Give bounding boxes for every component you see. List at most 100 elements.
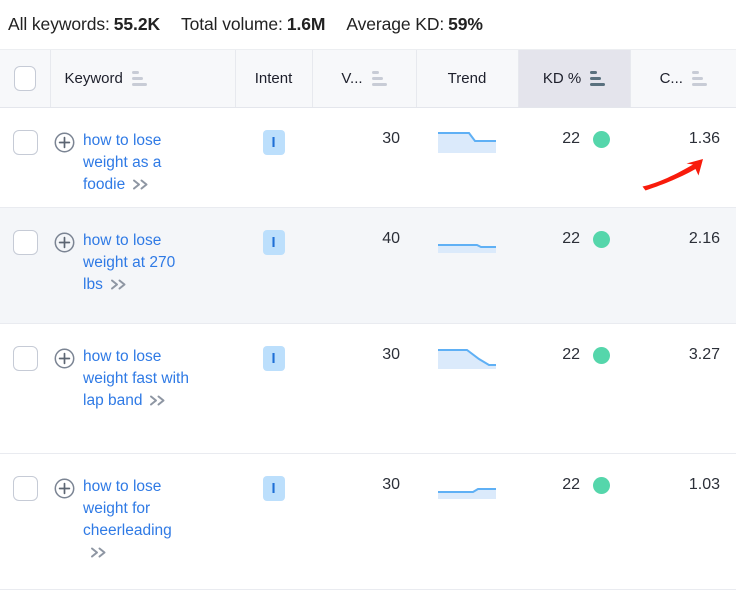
intent-badge[interactable]: I <box>262 476 285 501</box>
row-intent-cell: I <box>235 207 312 324</box>
summary-stat-value: 55.2K <box>113 14 160 34</box>
summary-stat-total-volume: Total volume: 1.6M <box>181 14 325 35</box>
row-intent-cell: I <box>235 323 312 454</box>
row-checkbox[interactable] <box>12 476 38 501</box>
column-header-label: V... <box>341 70 363 87</box>
volume-value: 30 <box>382 476 400 493</box>
kd-value: 22 <box>562 346 580 363</box>
intent-badge[interactable]: I <box>262 230 285 255</box>
table-row[interactable]: how to lose weight fast with lap band I … <box>0 323 736 454</box>
summary-stat-value: 1.6M <box>286 14 326 34</box>
row-intent-cell: I <box>235 453 312 590</box>
select-all-checkbox[interactable] <box>14 66 36 91</box>
cpc-value: 2.16 <box>688 230 720 247</box>
volume-value: 30 <box>382 346 400 363</box>
cpc-value: 1.03 <box>688 476 720 493</box>
trend-sparkline <box>416 108 518 154</box>
table-row[interactable]: how to lose weight as a foodie I 30 22 1… <box>0 107 736 208</box>
row-volume-cell: 30 <box>312 323 416 454</box>
column-header-label: Trend <box>447 70 487 87</box>
column-header-cpc[interactable]: C... <box>630 50 736 108</box>
row-select-cell <box>0 453 50 590</box>
intent-badge[interactable]: I <box>262 130 285 155</box>
row-kd-cell: 22 <box>518 107 630 208</box>
row-keyword-cell: how to lose weight fast with lap band <box>50 323 235 454</box>
kd-status-dot <box>593 230 610 248</box>
row-cpc-cell: 1.36 <box>630 107 736 208</box>
intent-badge[interactable]: I <box>262 346 285 371</box>
summary-bar: All keywords: 55.2K Total volume: 1.6M Ave… <box>0 0 736 50</box>
keyword-link-text[interactable]: how to lose weight as a foodie <box>83 130 195 198</box>
column-header-select <box>0 50 51 108</box>
row-intent-cell: I <box>235 107 312 208</box>
row-checkbox[interactable] <box>12 130 38 155</box>
column-header-trend: Trend <box>416 50 519 108</box>
column-header-label: KD % <box>542 70 582 87</box>
row-checkbox[interactable] <box>12 230 38 255</box>
table-header-row: Keyword Intent V... Trend KD % C... <box>0 50 736 108</box>
kd-status-dot <box>593 130 610 148</box>
row-keyword-cell: how to lose weight as a foodie <box>50 107 235 208</box>
add-keyword-icon[interactable] <box>54 348 75 369</box>
chevron-double-right-icon[interactable] <box>149 392 168 414</box>
column-header-label: Intent <box>254 70 293 87</box>
row-cpc-cell: 1.03 <box>630 453 736 590</box>
column-header-kd[interactable]: KD % <box>518 50 631 108</box>
chevron-double-right-icon[interactable] <box>110 276 129 298</box>
sort-icon-active[interactable] <box>590 71 606 86</box>
row-trend-cell <box>416 323 518 454</box>
summary-stat-all-keywords: All keywords: 55.2K <box>8 14 160 35</box>
chevron-double-right-icon[interactable] <box>90 544 109 566</box>
row-keyword-cell: how to lose weight for cheerleading <box>50 453 235 590</box>
summary-stat-label: Average KD: <box>346 14 445 34</box>
cpc-value: 3.27 <box>688 346 720 363</box>
kd-value: 22 <box>562 476 580 493</box>
kd-status-dot <box>593 346 610 364</box>
row-kd-cell: 22 <box>518 453 630 590</box>
column-header-keyword[interactable]: Keyword <box>50 50 236 108</box>
row-select-cell <box>0 323 50 454</box>
column-header-label: C... <box>659 70 683 87</box>
kd-value: 22 <box>562 230 580 247</box>
summary-stat-average-kd: Average KD: 59% <box>346 14 483 35</box>
table-row[interactable]: how to lose weight at 270 lbs I 40 22 2.… <box>0 207 736 324</box>
keyword-link-text[interactable]: how to lose weight for cheerleading <box>83 476 195 566</box>
row-volume-cell: 30 <box>312 453 416 590</box>
sort-icon[interactable] <box>371 71 387 86</box>
kd-value: 22 <box>562 130 580 147</box>
trend-sparkline <box>416 208 518 254</box>
row-kd-cell: 22 <box>518 323 630 454</box>
sort-icon[interactable] <box>691 71 707 86</box>
row-volume-cell: 30 <box>312 107 416 208</box>
row-select-cell <box>0 107 50 208</box>
summary-stat-label: All keywords: <box>8 14 110 34</box>
summary-stat-label: Total volume: <box>181 14 283 34</box>
sort-icon[interactable] <box>131 71 147 86</box>
keywords-table: Keyword Intent V... Trend KD % C... how … <box>0 50 736 590</box>
volume-value: 40 <box>382 230 400 247</box>
row-cpc-cell: 2.16 <box>630 207 736 324</box>
chevron-double-right-icon[interactable] <box>132 176 151 198</box>
row-keyword-cell: how to lose weight at 270 lbs <box>50 207 235 324</box>
kd-status-dot <box>593 476 610 494</box>
add-keyword-icon[interactable] <box>54 478 75 499</box>
column-header-intent: Intent <box>235 50 313 108</box>
keyword-table-page: All keywords: 55.2K Total volume: 1.6M Ave… <box>0 0 736 596</box>
cpc-value: 1.36 <box>688 130 720 147</box>
summary-stat-value: 59% <box>448 14 483 34</box>
row-checkbox[interactable] <box>12 346 38 371</box>
column-header-volume[interactable]: V... <box>312 50 417 108</box>
row-trend-cell <box>416 207 518 324</box>
add-keyword-icon[interactable] <box>54 132 75 153</box>
trend-sparkline <box>416 454 518 500</box>
row-trend-cell <box>416 107 518 208</box>
keyword-link-text[interactable]: how to lose weight at 270 lbs <box>83 230 195 298</box>
keyword-text: how to lose weight at 270 lbs <box>83 232 176 293</box>
row-cpc-cell: 3.27 <box>630 323 736 454</box>
table-row[interactable]: how to lose weight for cheerleading I 30 <box>0 453 736 590</box>
keyword-text: how to lose weight fast with lap band <box>83 348 189 409</box>
trend-sparkline <box>416 324 518 370</box>
keyword-text: how to lose weight for cheerleading <box>83 478 172 539</box>
add-keyword-icon[interactable] <box>54 232 75 253</box>
keyword-link-text[interactable]: how to lose weight fast with lap band <box>83 346 195 414</box>
